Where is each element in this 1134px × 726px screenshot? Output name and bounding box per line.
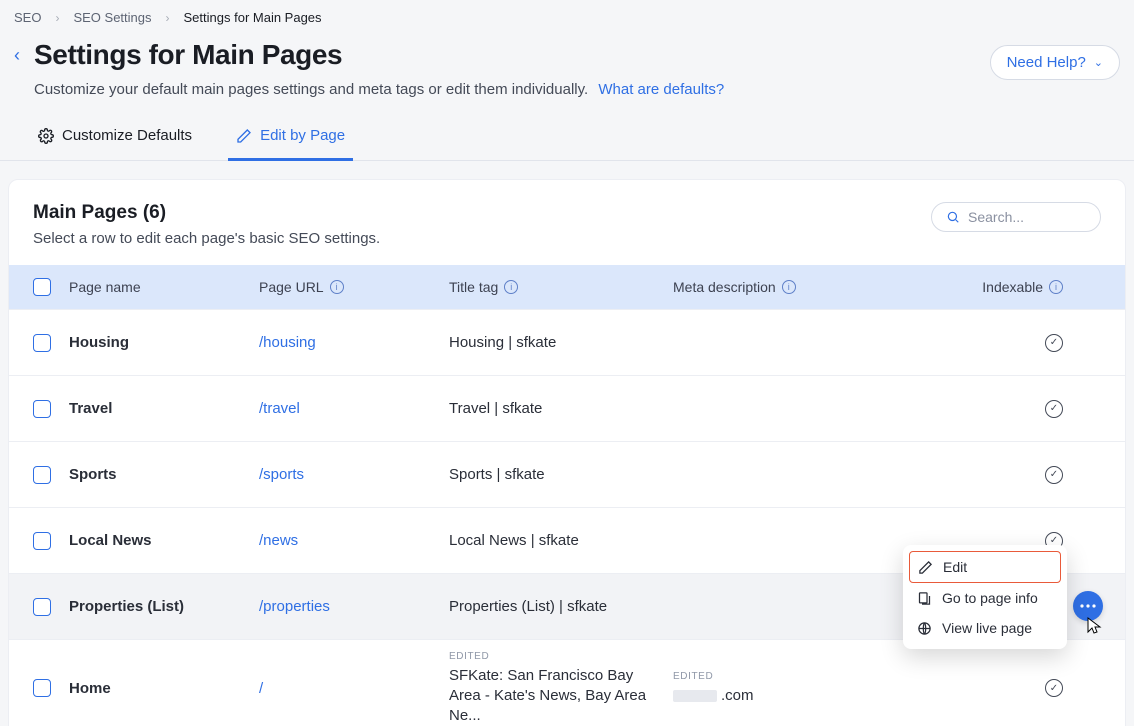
row-checkbox[interactable] bbox=[33, 400, 51, 418]
col-indexable: Indexablei bbox=[973, 279, 1123, 295]
check-circle-icon: ✓ bbox=[1045, 466, 1063, 484]
cell-page-url[interactable]: /sports bbox=[259, 456, 449, 493]
card-subtitle: Select a row to edit each page's basic S… bbox=[33, 230, 380, 247]
cell-title-tag: Properties (List) | sfkate bbox=[449, 588, 673, 625]
cell-title-tag: Housing | sfkate bbox=[449, 324, 673, 361]
page-info-icon bbox=[917, 591, 932, 606]
page-title: Settings for Main Pages bbox=[34, 39, 724, 71]
chevron-right-icon: › bbox=[166, 11, 170, 25]
need-help-button[interactable]: Need Help? ⌄ bbox=[990, 45, 1120, 80]
card-title: Main Pages (6) bbox=[33, 202, 380, 224]
row-actions-popover: Edit Go to page info View live page bbox=[903, 545, 1067, 649]
row-checkbox[interactable] bbox=[33, 466, 51, 484]
pencil-icon bbox=[236, 128, 252, 144]
select-all-checkbox[interactable] bbox=[33, 278, 51, 296]
back-arrow-icon[interactable]: ‹ bbox=[14, 39, 20, 66]
info-icon[interactable]: i bbox=[330, 280, 344, 294]
table-header: Page name Page URLi Title tagi Meta desc… bbox=[9, 265, 1125, 309]
cell-title-tag: Local News | sfkate bbox=[449, 522, 673, 559]
cell-meta-description bbox=[673, 333, 973, 353]
cell-page-name: Housing bbox=[69, 324, 259, 361]
breadcrumb-current: Settings for Main Pages bbox=[184, 10, 322, 25]
pencil-icon bbox=[918, 560, 933, 575]
info-icon[interactable]: i bbox=[1049, 280, 1063, 294]
check-circle-icon: ✓ bbox=[1045, 334, 1063, 352]
cell-page-url[interactable]: /news bbox=[259, 522, 449, 559]
cell-indexable: ✓ bbox=[973, 400, 1123, 418]
cell-title-tag: Travel | sfkate bbox=[449, 390, 673, 427]
col-meta-description: Meta descriptioni bbox=[673, 279, 973, 295]
check-circle-icon: ✓ bbox=[1045, 679, 1063, 697]
cell-title-tag: EDITED SFKate: San Francisco Bay Area - … bbox=[449, 640, 673, 726]
cell-page-url[interactable]: / bbox=[259, 670, 449, 707]
cell-meta-description: EDITED .com bbox=[673, 660, 973, 716]
tabs: Customize Defaults Edit by Page bbox=[0, 98, 1134, 161]
table-row[interactable]: Sports /sports Sports | sfkate ✓ bbox=[9, 441, 1125, 507]
search-icon bbox=[946, 210, 960, 224]
globe-icon bbox=[917, 621, 932, 636]
more-horizontal-icon bbox=[1080, 604, 1096, 608]
row-checkbox[interactable] bbox=[33, 532, 51, 550]
popover-go-to-page-info[interactable]: Go to page info bbox=[909, 583, 1061, 613]
cursor-icon bbox=[1087, 617, 1103, 649]
breadcrumb-seo[interactable]: SEO bbox=[14, 10, 41, 25]
cell-page-name: Sports bbox=[69, 456, 259, 493]
col-page-url: Page URLi bbox=[259, 279, 449, 295]
row-checkbox[interactable] bbox=[33, 334, 51, 352]
cell-page-name: Local News bbox=[69, 522, 259, 559]
cell-indexable: ✓ bbox=[973, 466, 1123, 484]
cell-page-name: Travel bbox=[69, 390, 259, 427]
edited-badge: EDITED bbox=[673, 670, 967, 684]
col-page-name: Page name bbox=[69, 279, 259, 295]
table-row[interactable]: Travel /travel Travel | sfkate ✓ bbox=[9, 375, 1125, 441]
cell-page-name: Home bbox=[69, 670, 259, 707]
cell-meta-description bbox=[673, 399, 973, 419]
breadcrumb-seo-settings[interactable]: SEO Settings bbox=[73, 10, 151, 25]
check-circle-icon: ✓ bbox=[1045, 400, 1063, 418]
info-icon[interactable]: i bbox=[782, 280, 796, 294]
page-subtitle: Customize your default main pages settin… bbox=[34, 81, 724, 98]
popover-view-live-page[interactable]: View live page bbox=[909, 613, 1061, 643]
cell-title-tag: Sports | sfkate bbox=[449, 456, 673, 493]
col-title-tag: Title tagi bbox=[449, 279, 673, 295]
cell-page-name: Properties (List) bbox=[69, 588, 259, 625]
defaults-link[interactable]: What are defaults? bbox=[598, 81, 724, 98]
redacted-text bbox=[673, 690, 717, 702]
cell-indexable: ✓ bbox=[973, 334, 1123, 352]
tab-customize-defaults[interactable]: Customize Defaults bbox=[30, 127, 200, 161]
main-pages-card: Main Pages (6) Select a row to edit each… bbox=[8, 179, 1126, 726]
chevron-down-icon: ⌄ bbox=[1094, 56, 1103, 69]
tab-edit-by-page[interactable]: Edit by Page bbox=[228, 127, 353, 161]
cell-page-url[interactable]: /properties bbox=[259, 588, 449, 625]
cell-indexable: ✓ bbox=[973, 679, 1123, 697]
breadcrumbs: SEO › SEO Settings › Settings for Main P… bbox=[0, 0, 1134, 25]
cell-page-url[interactable]: /travel bbox=[259, 390, 449, 427]
search-field[interactable] bbox=[931, 202, 1101, 232]
search-input[interactable] bbox=[968, 209, 1078, 225]
row-checkbox[interactable] bbox=[33, 598, 51, 616]
table-row[interactable]: Home / EDITED SFKate: San Francisco Bay … bbox=[9, 639, 1125, 726]
cell-page-url[interactable]: /housing bbox=[259, 324, 449, 361]
chevron-right-icon: › bbox=[55, 11, 59, 25]
cell-meta-description bbox=[673, 465, 973, 485]
row-checkbox[interactable] bbox=[33, 679, 51, 697]
table-row[interactable]: Housing /housing Housing | sfkate ✓ bbox=[9, 309, 1125, 375]
gear-icon bbox=[38, 128, 54, 144]
info-icon[interactable]: i bbox=[504, 280, 518, 294]
edited-badge: EDITED bbox=[449, 650, 667, 664]
popover-edit[interactable]: Edit bbox=[909, 551, 1061, 583]
